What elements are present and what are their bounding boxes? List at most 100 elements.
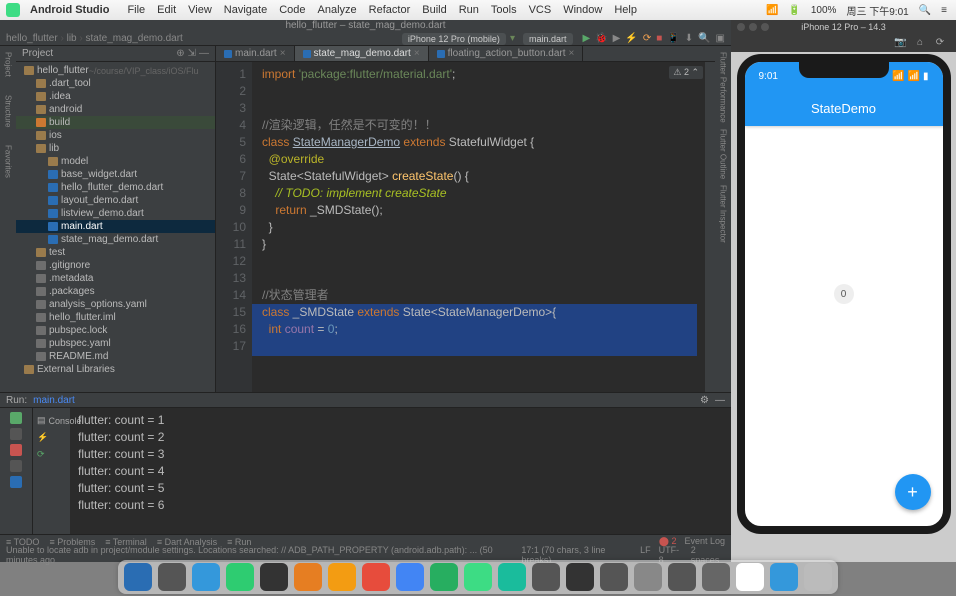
menu-refactor[interactable]: Refactor — [363, 4, 417, 16]
editor-tab[interactable]: main.dart × — [216, 46, 295, 61]
dock-app-icon[interactable] — [702, 563, 730, 591]
tree-item[interactable]: android — [16, 103, 215, 116]
dock-app-icon[interactable] — [396, 563, 424, 591]
close-tab-icon[interactable]: × — [280, 48, 286, 59]
tree-item[interactable]: layout_demo.dart — [16, 194, 215, 207]
tree-item[interactable]: lib — [16, 142, 215, 155]
home-icon[interactable]: ⌂ — [914, 37, 926, 49]
tree-item[interactable]: hello_flutter.iml — [16, 311, 215, 324]
editor-tab[interactable]: state_mag_demo.dart × — [295, 46, 429, 61]
favorites-tool-tab[interactable]: Favorites — [4, 145, 13, 178]
devtools-icon[interactable] — [10, 476, 22, 488]
dock-app-icon[interactable] — [158, 563, 186, 591]
run-config-selector[interactable]: main.dart — [523, 33, 573, 45]
tree-item[interactable]: build — [16, 116, 215, 129]
dock-app-icon[interactable] — [736, 563, 764, 591]
hot-reload-icon[interactable]: ⟳ — [643, 33, 651, 44]
dock-app-icon[interactable] — [430, 563, 458, 591]
tree-item[interactable]: test — [16, 246, 215, 259]
stop-icon[interactable]: ■ — [656, 33, 662, 44]
dock-app-icon[interactable] — [498, 563, 526, 591]
dock-app-icon[interactable] — [600, 563, 628, 591]
menu-window[interactable]: Window — [557, 4, 608, 16]
breadcrumb-item[interactable]: lib — [67, 33, 77, 44]
tree-item[interactable]: base_widget.dart — [16, 168, 215, 181]
tree-item[interactable]: .metadata — [16, 272, 215, 285]
dock-app-icon[interactable] — [464, 563, 492, 591]
project-tree[interactable]: hello_flutter ~/course/VIP_class/iOS/Flu… — [16, 62, 215, 392]
menu-code[interactable]: Code — [273, 4, 311, 16]
dock-app-icon[interactable] — [770, 563, 798, 591]
floating-action-button[interactable]: + — [895, 474, 931, 510]
profile-icon[interactable]: ⚡ — [625, 33, 637, 44]
bolt-icon[interactable]: ⚡ — [37, 432, 48, 443]
menu-analyze[interactable]: Analyze — [312, 4, 363, 16]
dock-app-icon[interactable] — [804, 563, 832, 591]
menu-file[interactable]: File — [121, 4, 151, 16]
tree-item[interactable]: .gitignore — [16, 259, 215, 272]
tree-item[interactable]: pubspec.lock — [16, 324, 215, 337]
sdk-icon[interactable]: ⬇ — [685, 33, 693, 44]
hide-icon[interactable]: — — [199, 48, 209, 59]
tree-item[interactable]: main.dart — [16, 220, 215, 233]
run-settings-icon[interactable]: ⚙ — [700, 395, 709, 406]
avd-icon[interactable]: 📱 — [667, 33, 679, 44]
tree-item[interactable]: state_mag_demo.dart — [16, 233, 215, 246]
project-tool-tab[interactable]: Project — [4, 52, 13, 77]
attach-icon[interactable] — [10, 428, 22, 440]
dock-app-icon[interactable] — [532, 563, 560, 591]
dock-app-icon[interactable] — [634, 563, 662, 591]
device-selector[interactable]: iPhone 12 Pro (mobile) — [402, 33, 506, 45]
menu-tools[interactable]: Tools — [485, 4, 523, 16]
stop-run-icon[interactable] — [10, 444, 22, 456]
collapse-icon[interactable]: ⇲ — [188, 48, 196, 59]
rotate-icon[interactable]: ⟳ — [934, 37, 946, 49]
dock-app-icon[interactable] — [668, 563, 696, 591]
tree-item[interactable]: ios — [16, 129, 215, 142]
screenshot-icon[interactable]: 📷 — [894, 37, 906, 49]
dock-app-icon[interactable] — [566, 563, 594, 591]
console-output[interactable]: flutter: count = 1flutter: count = 2flut… — [70, 408, 731, 534]
menu-build[interactable]: Build — [416, 4, 452, 16]
gear-icon[interactable]: ⊕ — [176, 48, 184, 59]
console-tab[interactable]: ▤ Console — [33, 412, 70, 429]
close-tab-icon[interactable]: × — [569, 48, 575, 59]
debug-icon[interactable]: 🐞 — [595, 33, 607, 44]
dock-app-icon[interactable] — [192, 563, 220, 591]
run-icon[interactable]: ▶ — [583, 33, 591, 44]
dock-app-icon[interactable] — [362, 563, 390, 591]
hot-restart-icon[interactable] — [10, 460, 22, 472]
code-editor[interactable]: 1234567891011121314151617 import 'packag… — [216, 62, 715, 392]
tree-item[interactable]: pubspec.yaml — [16, 337, 215, 350]
menu-view[interactable]: View — [182, 4, 218, 16]
menu-navigate[interactable]: Navigate — [218, 4, 273, 16]
tree-item[interactable]: hello_flutter_demo.dart — [16, 181, 215, 194]
dock-app-icon[interactable] — [328, 563, 356, 591]
structure-tool-tab[interactable]: Structure — [4, 95, 13, 127]
tree-item[interactable]: README.md — [16, 350, 215, 363]
tree-item[interactable]: .dart_tool — [16, 77, 215, 90]
flutter-performance-tab[interactable]: Flutter Performance — [719, 52, 728, 123]
more-icon[interactable]: ▣ — [716, 33, 725, 44]
dock-app-icon[interactable] — [124, 563, 152, 591]
tree-item[interactable]: analysis_options.yaml — [16, 298, 215, 311]
tree-item[interactable]: model — [16, 155, 215, 168]
reload-icon[interactable]: ⟳ — [37, 449, 45, 460]
tree-item[interactable]: hello_flutter ~/course/VIP_class/iOS/Flu — [16, 64, 215, 77]
tree-item[interactable]: External Libraries — [16, 363, 215, 376]
rerun-icon[interactable] — [10, 412, 22, 424]
flutter-outline-tab[interactable]: Flutter Outline — [719, 129, 728, 179]
menu-run[interactable]: Run — [453, 4, 485, 16]
menu-help[interactable]: Help — [608, 4, 643, 16]
search-icon[interactable]: 🔍 — [698, 33, 710, 44]
breadcrumb-item[interactable]: state_mag_demo.dart — [86, 33, 183, 44]
breadcrumb-item[interactable]: hello_flutter — [6, 33, 58, 44]
tree-item[interactable]: listview_demo.dart — [16, 207, 215, 220]
menu-edit[interactable]: Edit — [151, 4, 182, 16]
menu-vcs[interactable]: VCS — [523, 4, 558, 16]
tree-item[interactable]: .packages — [16, 285, 215, 298]
editor-tab[interactable]: floating_action_button.dart × — [429, 46, 584, 61]
flutter-inspector-tab[interactable]: Flutter Inspector — [719, 185, 728, 243]
run-hide-icon[interactable]: — — [715, 395, 725, 406]
tree-item[interactable]: .idea — [16, 90, 215, 103]
